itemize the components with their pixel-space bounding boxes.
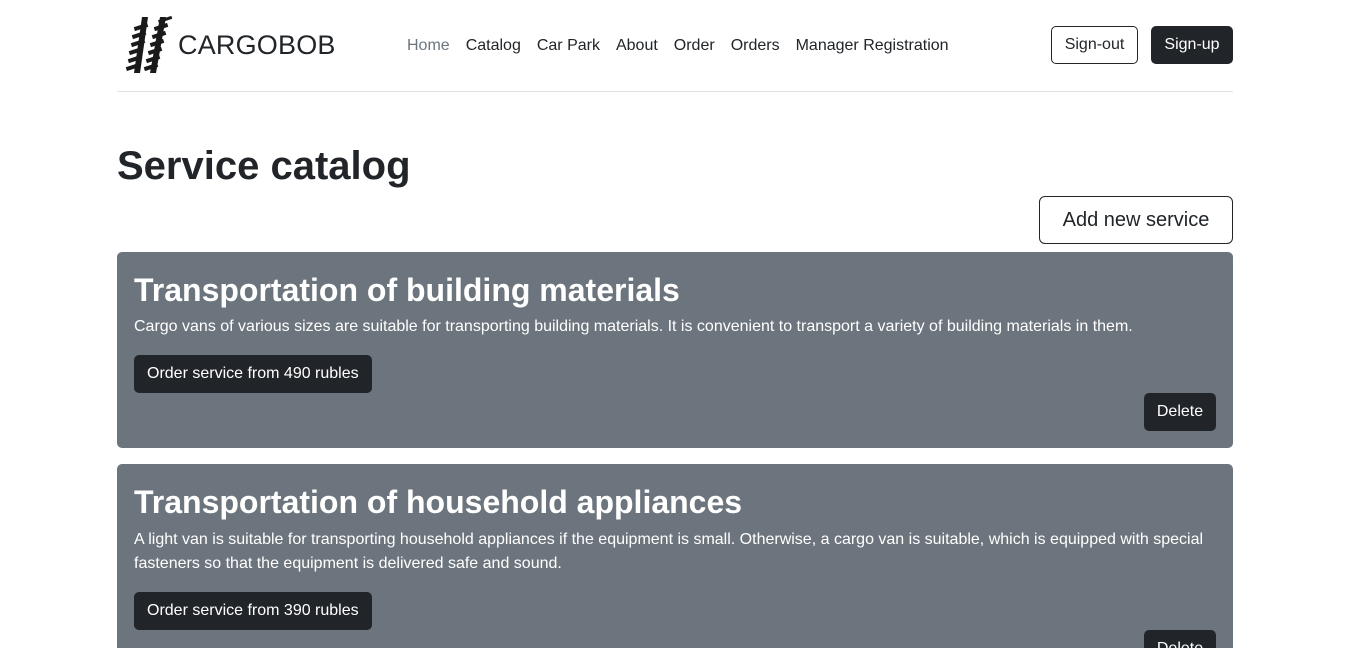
tire-tracks-icon bbox=[125, 15, 173, 73]
service-title: Transportation of household appliances bbox=[134, 484, 743, 520]
brand-link[interactable]: CARGOBOB bbox=[120, 15, 336, 75]
service-title: Transportation of building materials bbox=[134, 272, 680, 308]
service-description: A light van is suitable for transporting… bbox=[134, 531, 1204, 572]
order-service-button[interactable]: Order service from 490 rubles bbox=[134, 355, 372, 393]
nav-catalog[interactable]: Catalog bbox=[458, 35, 529, 57]
nav-car-park[interactable]: Car Park bbox=[529, 35, 608, 57]
service-description: Cargo vans of various sizes are suitable… bbox=[134, 318, 1133, 335]
sign-out-button[interactable]: Sign-out bbox=[1051, 26, 1138, 64]
service-card: Transportation of building materials Car… bbox=[117, 252, 1233, 448]
site-header: CARGOBOB Home Catalog Car Park About Ord… bbox=[117, 0, 1233, 92]
order-service-button[interactable]: Order service from 390 rubles bbox=[134, 592, 372, 630]
nav-manager-registration[interactable]: Manager Registration bbox=[788, 35, 957, 57]
main-nav: Home Catalog Car Park About Order Orders… bbox=[399, 35, 957, 57]
nav-home[interactable]: Home bbox=[399, 35, 458, 57]
add-new-service-button[interactable]: Add new service bbox=[1039, 196, 1233, 244]
page-title: Service catalog bbox=[117, 144, 411, 188]
sign-up-button[interactable]: Sign-up bbox=[1151, 26, 1233, 64]
brand-name: CARGOBOB bbox=[178, 29, 336, 60]
nav-orders[interactable]: Orders bbox=[723, 35, 788, 57]
service-card: Transportation of household appliances A… bbox=[117, 464, 1233, 648]
delete-service-button[interactable]: Delete bbox=[1144, 630, 1216, 648]
delete-service-button[interactable]: Delete bbox=[1144, 393, 1216, 431]
nav-order[interactable]: Order bbox=[666, 35, 723, 57]
nav-about[interactable]: About bbox=[608, 35, 666, 57]
